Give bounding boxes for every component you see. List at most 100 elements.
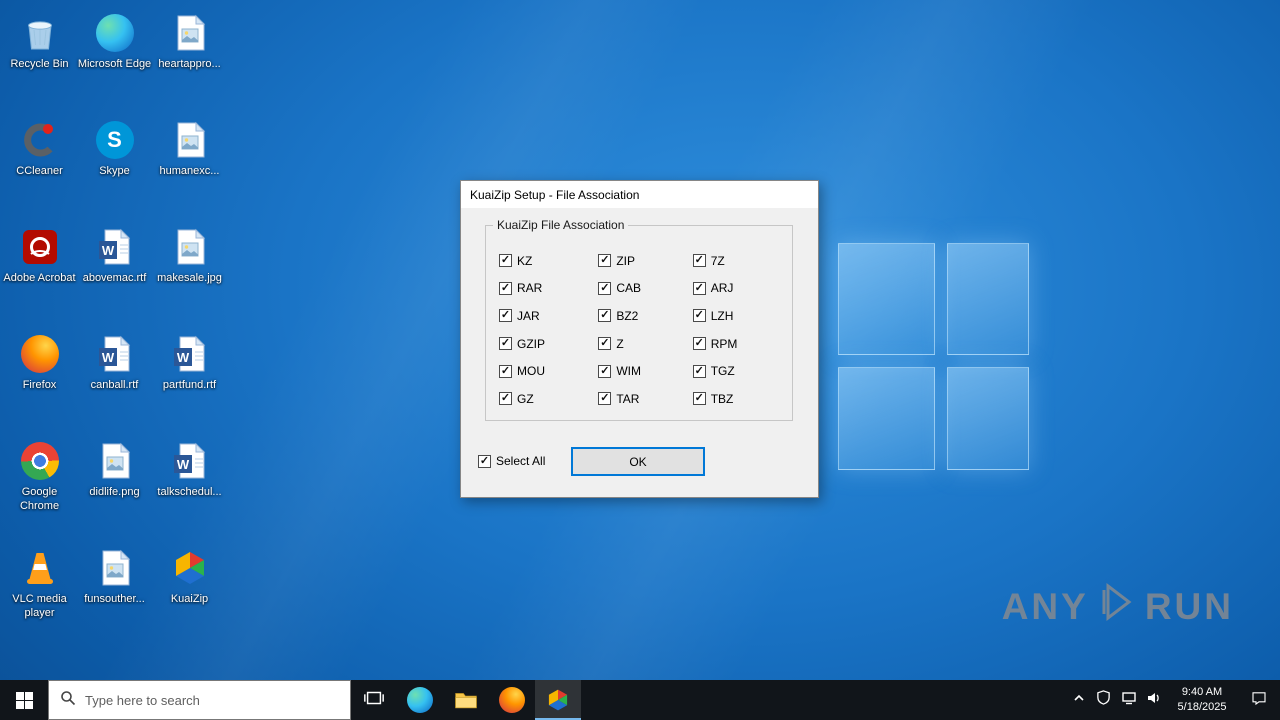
checkbox-arj[interactable]: ✓ ARJ <box>692 275 792 303</box>
checkbox-label: BZ2 <box>616 308 639 323</box>
edge-icon <box>94 12 136 54</box>
taskbar: Type here to search 9:40 AM 5/18/2025 <box>0 680 1280 720</box>
checkbox-label: LZH <box>710 308 734 323</box>
desktop-icon-label: Adobe Acrobat <box>3 272 76 284</box>
desktop-icon-vlc-media-player[interactable]: VLC media player <box>2 540 77 647</box>
task-view-button[interactable] <box>351 680 397 720</box>
checkbox-bz2[interactable]: ✓ BZ2 <box>598 302 692 330</box>
checkbox-gz[interactable]: ✓ GZ <box>499 385 598 413</box>
desktop-icon-skype[interactable]: S Skype <box>77 112 152 219</box>
anyrun-play-icon <box>1096 581 1138 632</box>
desktop-icons: Recycle Bin Microsoft Edge heartappro... CC… <box>2 5 227 647</box>
taskbar-file-explorer-button[interactable] <box>443 680 489 720</box>
dialog-titlebar[interactable]: KuaiZip Setup - File Association <box>461 181 818 208</box>
network-icon <box>1121 690 1137 711</box>
checkbox-zip[interactable]: ✓ ZIP <box>598 247 692 275</box>
taskbar-kuaizip-button[interactable] <box>535 680 581 720</box>
desktop-icon-makesale-jpg[interactable]: makesale.jpg <box>152 219 227 326</box>
chrome-icon <box>19 440 61 482</box>
checkbox-label: JAR <box>517 308 540 323</box>
checkbox-rpm[interactable]: ✓ RPM <box>692 330 792 358</box>
checkbox-box-icon: ✓ <box>598 392 612 406</box>
desktop-icon-kuaizip[interactable]: KuaiZip <box>152 540 227 647</box>
checkbox-label: MOU <box>517 364 545 379</box>
checkbox-box-icon: ✓ <box>598 281 612 295</box>
desktop-icon-abovemac-rtf[interactable]: Wabovemac.rtf <box>77 219 152 326</box>
checkbox-column-1: ✓ KZ ✓ RAR ✓ JAR ✓ GZIP ✓ MOU ✓ GZ <box>499 247 598 420</box>
action-center-icon <box>1250 689 1268 712</box>
select-all-checkbox[interactable]: ✓ Select All <box>478 454 545 468</box>
clock-date: 5/18/2025 <box>1177 701 1227 713</box>
volume-button[interactable] <box>1141 680 1166 720</box>
checkbox-z[interactable]: ✓ Z <box>598 330 692 358</box>
svg-text:W: W <box>101 350 114 365</box>
checkbox-label: ARJ <box>710 281 734 296</box>
checkbox-tar[interactable]: ✓ TAR <box>598 385 692 413</box>
kuaizip-icon <box>169 547 211 589</box>
taskbar-edge-button[interactable] <box>397 680 443 720</box>
checkbox-wim[interactable]: ✓ WIM <box>598 357 692 385</box>
checkbox-lzh[interactable]: ✓ LZH <box>692 302 792 330</box>
checkbox-box-icon: ✓ <box>499 337 512 351</box>
ccleaner-icon <box>19 119 61 161</box>
desktop-icon-label: humanexc... <box>159 165 220 177</box>
desktop-icon-google-chrome[interactable]: Google Chrome <box>2 433 77 540</box>
desktop-icon-label: VLC media player <box>12 593 67 619</box>
acrobat-icon <box>19 226 61 268</box>
desktop-icon-adobe-acrobat[interactable]: Adobe Acrobat <box>2 219 77 326</box>
checkbox-jar[interactable]: ✓ JAR <box>499 302 598 330</box>
checkbox-rar[interactable]: ✓ RAR <box>499 275 598 303</box>
checkbox-label: Z <box>616 336 624 351</box>
desktop-icon-ccleaner[interactable]: CCleaner <box>2 112 77 219</box>
desktop-icon-label: makesale.jpg <box>157 272 222 284</box>
taskbar-search[interactable]: Type here to search <box>48 680 351 720</box>
ok-button[interactable]: OK <box>571 447 705 476</box>
network-button[interactable] <box>1116 680 1141 720</box>
desktop-icon-funsouther[interactable]: funsouther... <box>77 540 152 647</box>
checkbox-label: TBZ <box>710 391 734 406</box>
checkbox-box-icon: ✓ <box>598 254 612 268</box>
desktop-icon-talkschedul[interactable]: Wtalkschedul... <box>152 433 227 540</box>
desktop-icon-humanexc[interactable]: humanexc... <box>152 112 227 219</box>
desktop-icon-didlife-png[interactable]: didlife.png <box>77 433 152 540</box>
watermark-text-any: ANY <box>1001 585 1089 627</box>
checkbox-7z[interactable]: ✓ 7Z <box>692 247 792 275</box>
desktop-icon-label: talkschedul... <box>157 486 222 498</box>
checkbox-grid: ✓ KZ ✓ RAR ✓ JAR ✓ GZIP ✓ MOU ✓ GZ ✓ ZIP ✓ CAB ✓ BZ2 ✓ Z ✓ WI… <box>486 226 792 420</box>
checkbox-cab[interactable]: ✓ CAB <box>598 275 692 303</box>
checkbox-gzip[interactable]: ✓ GZIP <box>499 330 598 358</box>
checkbox-box-icon: ✓ <box>499 281 512 295</box>
speaker-icon <box>1146 690 1162 711</box>
desktop-icon-heartappro[interactable]: heartappro... <box>152 5 227 112</box>
anyrun-watermark: ANY RUN <box>1002 581 1234 632</box>
checkbox-kz[interactable]: ✓ KZ <box>499 247 598 275</box>
file-explorer-icon <box>453 687 479 713</box>
tray-shield-button[interactable] <box>1091 680 1116 720</box>
desktop-icon-recycle-bin[interactable]: Recycle Bin <box>2 5 77 112</box>
svg-text:W: W <box>176 457 189 472</box>
checkbox-column-2: ✓ ZIP ✓ CAB ✓ BZ2 ✓ Z ✓ WIM ✓ TAR <box>598 247 692 420</box>
checkbox-tbz[interactable]: ✓ TBZ <box>692 385 792 413</box>
search-icon <box>60 690 76 711</box>
desktop-icon-label: Firefox <box>22 379 57 391</box>
checkbox-label: GZ <box>517 391 534 406</box>
start-button[interactable] <box>0 680 48 720</box>
task-view-icon <box>363 687 385 714</box>
clock-time: 9:40 AM <box>1181 685 1223 698</box>
taskbar-firefox-button[interactable] <box>489 680 535 720</box>
image-doc-icon <box>169 119 211 161</box>
dialog-title: KuaiZip Setup - File Association <box>470 187 640 202</box>
action-center-button[interactable] <box>1238 680 1280 720</box>
taskbar-clock[interactable]: 9:40 AM 5/18/2025 <box>1166 685 1238 716</box>
checkbox-box-icon: ✓ <box>598 309 612 323</box>
checkbox-label: 7Z <box>710 253 725 268</box>
desktop-icon-microsoft-edge[interactable]: Microsoft Edge <box>77 5 152 112</box>
checkbox-mou[interactable]: ✓ MOU <box>499 357 598 385</box>
desktop-icon-partfund-rtf[interactable]: Wpartfund.rtf <box>152 326 227 433</box>
wallpaper-window-pane <box>838 243 935 355</box>
checkbox-tgz[interactable]: ✓ TGZ <box>692 357 792 385</box>
kuaizip-setup-dialog: KuaiZip Setup - File Association KuaiZip… <box>460 180 819 498</box>
hidden-icons-button[interactable] <box>1066 680 1091 720</box>
desktop-icon-firefox[interactable]: Firefox <box>2 326 77 433</box>
desktop-icon-canball-rtf[interactable]: Wcanball.rtf <box>77 326 152 433</box>
